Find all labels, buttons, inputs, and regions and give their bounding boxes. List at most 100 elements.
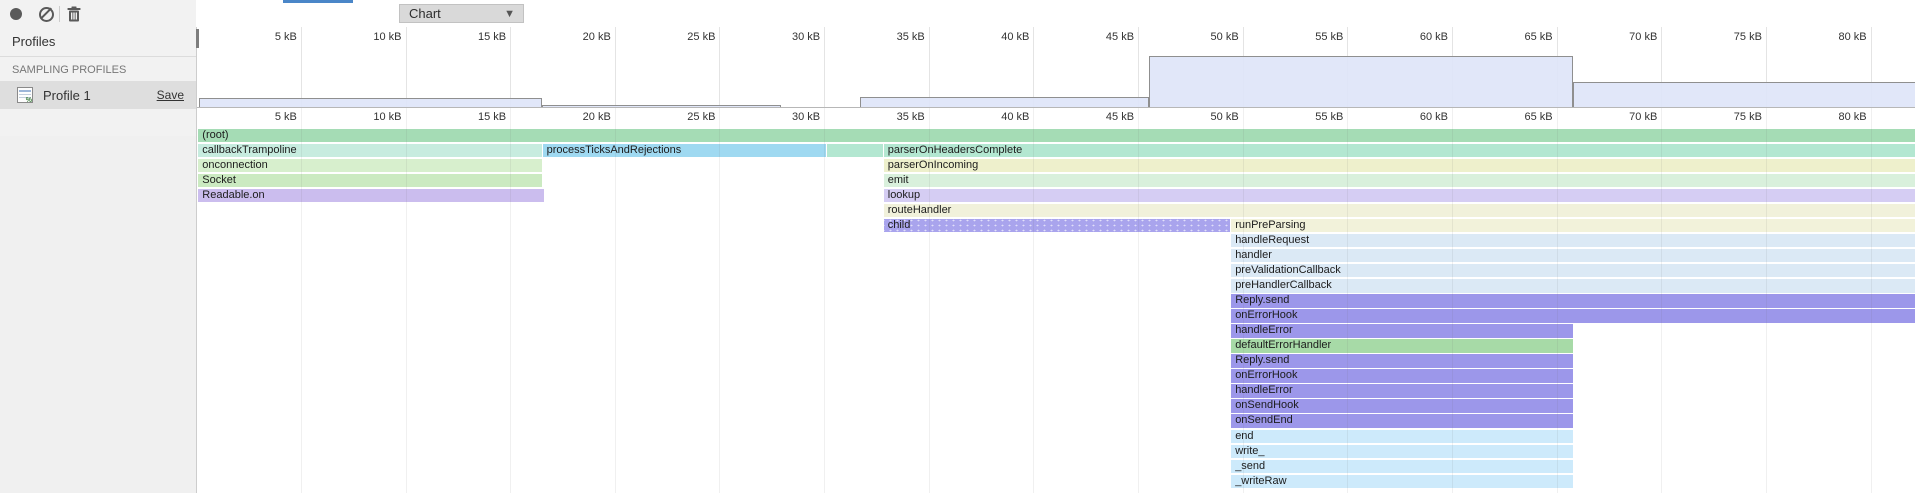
flame-tick-label: 55 kB — [1315, 111, 1343, 123]
flame-gridline — [1661, 108, 1662, 493]
flame-block-child[interactable]: child — [884, 219, 1230, 233]
flame-block-readable-on[interactable]: Readable.on — [198, 189, 543, 203]
overview-gridline — [1033, 27, 1034, 107]
profile-document-icon: % — [17, 87, 33, 103]
overview-tick-label: 5 kB — [275, 31, 297, 43]
flame-gridline — [1766, 108, 1767, 493]
view-mode-select[interactable]: Chart ▼ — [399, 4, 524, 23]
flame-block--send[interactable]: _send — [1231, 460, 1573, 474]
flame-block-lookup[interactable]: lookup — [884, 189, 1915, 203]
flame-block-parseronincoming[interactable]: parserOnIncoming — [884, 159, 1915, 173]
flame-block-onsendhook[interactable]: onSendHook — [1231, 399, 1573, 413]
flame-block-parseronheaderscomplete[interactable]: parserOnHeadersComplete — [884, 144, 1915, 158]
flame-block-emit[interactable]: emit — [884, 174, 1915, 188]
flame-block-processticksandrejections[interactable]: processTicksAndRejections — [543, 144, 827, 158]
overview-gridline — [510, 27, 511, 107]
flame-tick-label: 65 kB — [1525, 111, 1553, 123]
flame-tick-label: 25 kB — [687, 111, 715, 123]
flame-block-onerrorhook[interactable]: onErrorHook — [1231, 309, 1915, 323]
overview-area-step — [1149, 56, 1574, 107]
flame-block-runpreparsing[interactable]: runPreParsing — [1231, 219, 1915, 233]
overview-tick-label: 30 kB — [792, 31, 820, 43]
flame-gridline — [301, 108, 302, 493]
flame-gridline — [719, 108, 720, 493]
flame-block-prevalidationcallback[interactable]: preValidationCallback — [1231, 264, 1915, 278]
flame-block-handleerror[interactable]: handleError — [1231, 324, 1573, 338]
flame-block-reply-send[interactable]: Reply.send — [1231, 294, 1915, 308]
flame-block-reply-send[interactable]: Reply.send — [1231, 354, 1573, 368]
overview-tick-label: 70 kB — [1629, 31, 1657, 43]
sidebar-empty-area — [0, 136, 196, 493]
flame-block[interactable] — [827, 144, 882, 158]
flame-gridline — [824, 108, 825, 493]
save-profile-link[interactable]: Save — [157, 88, 184, 102]
overview-tick-label: 10 kB — [373, 31, 401, 43]
flame-gridline — [1871, 108, 1872, 493]
flame-chart: 5 kB10 kB15 kB20 kB25 kB30 kB35 kB40 kB4… — [197, 108, 1915, 493]
scrollbar-thumb[interactable] — [196, 29, 199, 48]
overview-gridline — [719, 27, 720, 107]
flame-gridline — [1033, 108, 1034, 493]
flame-gridline — [1243, 108, 1244, 493]
delete-profile-button[interactable] — [65, 5, 83, 23]
flame-tick-label: 45 kB — [1106, 111, 1134, 123]
overview-area-step — [860, 97, 1149, 108]
active-tab-indicator — [283, 0, 353, 3]
overview-tick-label: 50 kB — [1211, 31, 1239, 43]
flame-block-onerrorhook[interactable]: onErrorHook — [1231, 369, 1573, 383]
flame-block-prehandlercallback[interactable]: preHandlerCallback — [1231, 279, 1915, 293]
overview-tick-label: 25 kB — [687, 31, 715, 43]
overview-tick-label: 15 kB — [478, 31, 506, 43]
profile-name: Profile 1 — [43, 88, 91, 103]
record-button[interactable] — [7, 5, 25, 23]
toolbar-divider — [59, 6, 60, 22]
flame-block-callbacktrampoline[interactable]: callbackTrampoline — [198, 144, 541, 158]
flame-block-handler[interactable]: handler — [1231, 249, 1915, 263]
flame-gridline — [1557, 108, 1558, 493]
flame-tick-label: 5 kB — [275, 111, 297, 123]
overview-gridline — [615, 27, 616, 107]
flame-gridline — [406, 108, 407, 493]
profiles-toolbar — [0, 0, 196, 28]
flame-chart-pane: 5 kB10 kB15 kB20 kB25 kB30 kB35 kB40 kB4… — [197, 27, 1915, 493]
trash-icon — [65, 5, 83, 23]
overview-tick-label: 40 kB — [1001, 31, 1029, 43]
profiles-sidebar: Profiles SAMPLING PROFILES % Profile 1 S… — [0, 27, 197, 493]
flame-block-socket[interactable]: Socket — [198, 174, 541, 188]
flame-tick-label: 75 kB — [1734, 111, 1762, 123]
overview-area-step — [199, 98, 541, 107]
flame-block-routehandler[interactable]: routeHandler — [884, 204, 1915, 218]
flame-block-end[interactable]: end — [1231, 430, 1573, 444]
overview-tick-label: 55 kB — [1315, 31, 1343, 43]
flame-block-defaulterrorhandler[interactable]: defaultErrorHandler — [1231, 339, 1573, 353]
overview-tick-label: 60 kB — [1420, 31, 1448, 43]
sidebar-item-profile-1[interactable]: % Profile 1 Save — [0, 81, 196, 109]
overview-tick-label: 75 kB — [1734, 31, 1762, 43]
flame-block-onsendend[interactable]: onSendEnd — [1231, 414, 1573, 428]
view-mode-label: Chart — [409, 6, 441, 21]
flame-tick-label: 70 kB — [1629, 111, 1657, 123]
memory-overview-pane[interactable]: 5 kB10 kB15 kB20 kB25 kB30 kB35 kB40 kB4… — [197, 27, 1915, 108]
flame-tick-label: 20 kB — [583, 111, 611, 123]
flame-block--root-[interactable]: (root) — [198, 129, 1915, 143]
flame-gridline — [1138, 108, 1139, 493]
overview-gridline — [1138, 27, 1139, 107]
overview-gridline — [929, 27, 930, 107]
flame-block-write-[interactable]: write_ — [1231, 445, 1573, 459]
flame-block-handlerequest[interactable]: handleRequest — [1231, 234, 1915, 248]
overview-tick-label: 65 kB — [1525, 31, 1553, 43]
clear-profiles-button[interactable] — [37, 5, 55, 23]
flame-gridline — [615, 108, 616, 493]
flame-tick-label: 80 kB — [1838, 111, 1866, 123]
js-profiler-panel: Chart ▼ Profiles SAMPLING PROFILES % Pro… — [0, 0, 1915, 493]
flame-tick-label: 30 kB — [792, 111, 820, 123]
overview-area-step — [542, 105, 782, 108]
flame-block-onconnection[interactable]: onconnection — [198, 159, 541, 173]
flame-block-handleerror[interactable]: handleError — [1231, 384, 1573, 398]
profiles-header: Profiles — [0, 27, 196, 57]
overview-area-step — [1573, 82, 1915, 107]
flame-block--writeraw[interactable]: _writeRaw — [1231, 475, 1573, 489]
flame-tick-label: 15 kB — [478, 111, 506, 123]
chart-view-toolbar: Chart ▼ — [196, 0, 1915, 28]
flame-tick-label: 10 kB — [373, 111, 401, 123]
